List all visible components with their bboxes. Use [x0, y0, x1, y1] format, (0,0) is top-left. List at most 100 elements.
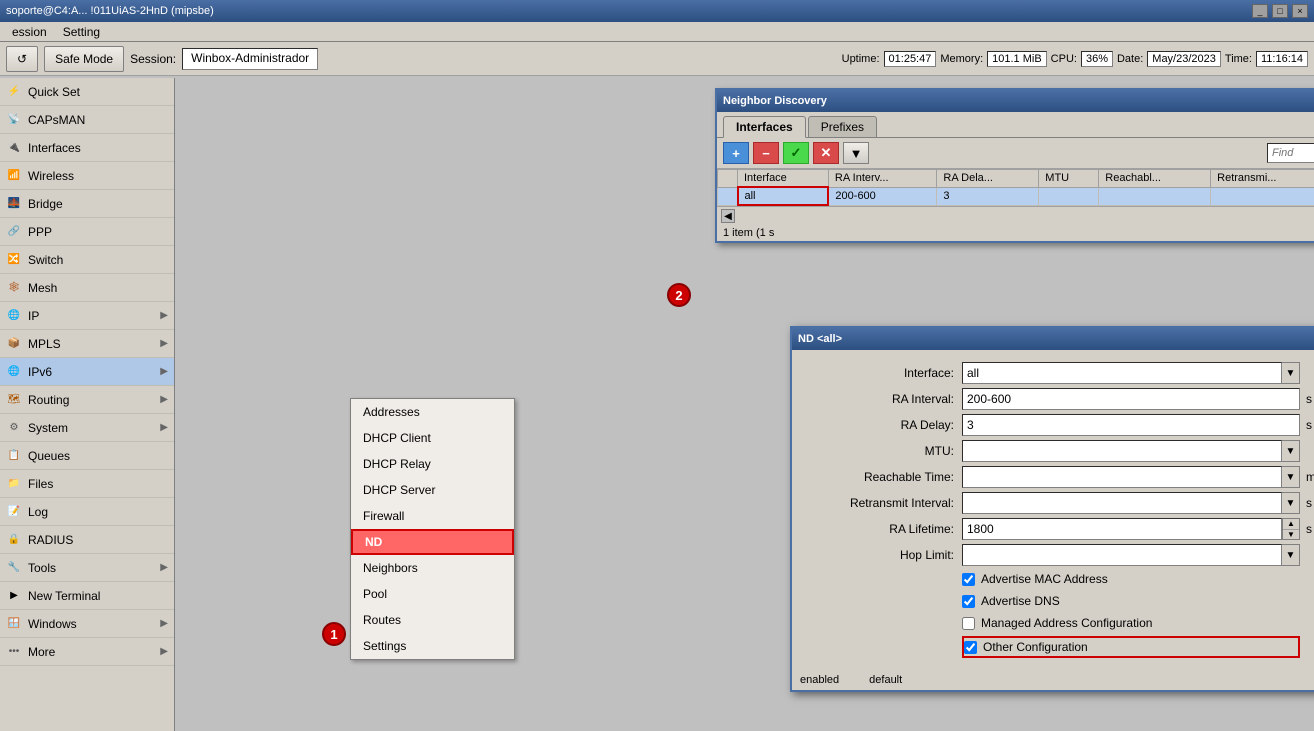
ra-lifetime-up-button[interactable]: ▲: [1283, 519, 1299, 530]
managed-addr-checkbox[interactable]: [962, 617, 975, 630]
sidebar-item-switch[interactable]: 🔀 Switch: [0, 246, 174, 274]
menu-setting[interactable]: Setting: [55, 23, 108, 41]
safe-mode-button[interactable]: Safe Mode: [44, 46, 124, 72]
menu-session[interactable]: ession: [4, 23, 55, 41]
hop-limit-input[interactable]: [962, 544, 1282, 566]
nd-cross-button[interactable]: ✕: [813, 142, 839, 164]
mpls-arrow: ▶: [160, 338, 168, 349]
toolbar: ↺ Safe Mode Session: Winbox-Administrado…: [0, 42, 1314, 76]
th-retransmit[interactable]: Retransmi...: [1211, 170, 1314, 188]
sidebar-label-ipv6: IPv6: [28, 365, 52, 379]
ra-interval-input[interactable]: [962, 388, 1300, 410]
dropdown-settings[interactable]: Settings: [351, 633, 514, 659]
nd-scroll-left-button[interactable]: ◀: [721, 209, 735, 223]
mtu-dropdown-button[interactable]: ▼: [1282, 440, 1300, 462]
mtu-label: MTU:: [808, 444, 958, 458]
other-config-checkbox[interactable]: [964, 641, 977, 654]
sidebar-item-wireless[interactable]: 📶 Wireless: [0, 162, 174, 190]
routing-arrow: ▶: [160, 394, 168, 405]
sidebar-item-ipv6[interactable]: 🌐 IPv6 ▶: [0, 358, 174, 386]
th-mtu[interactable]: MTU: [1039, 170, 1099, 188]
sidebar-item-more[interactable]: ••• More ▶: [0, 638, 174, 666]
ipv6-arrow: ▶: [160, 366, 168, 377]
minimize-button[interactable]: _: [1252, 4, 1268, 18]
ra-lifetime-input[interactable]: [962, 518, 1282, 540]
badge-2-container: 2: [667, 283, 691, 307]
nd-find-input[interactable]: [1267, 143, 1314, 163]
sidebar-item-ip[interactable]: 🌐 IP ▶: [0, 302, 174, 330]
windows-icon: 🪟: [6, 616, 22, 632]
dropdown-firewall[interactable]: Firewall: [351, 503, 514, 529]
th-ra-delay[interactable]: RA Dela...: [937, 170, 1039, 188]
td-ra-interval: 200-600: [828, 187, 937, 205]
sidebar-item-routing[interactable]: 🗺 Routing ▶: [0, 386, 174, 414]
nd-filter-button[interactable]: ▼: [843, 142, 869, 164]
sidebar-item-interfaces[interactable]: 🔌 Interfaces: [0, 134, 174, 162]
retransmit-dropdown-button[interactable]: ▼: [1282, 492, 1300, 514]
interface-dropdown-button[interactable]: ▼: [1282, 362, 1300, 384]
advertise-mac-checkbox[interactable]: [962, 573, 975, 586]
retransmit-input[interactable]: [962, 492, 1282, 514]
nd-remove-button[interactable]: −: [753, 142, 779, 164]
sidebar-label-ppp: PPP: [28, 225, 52, 239]
dropdown-addresses[interactable]: Addresses: [351, 399, 514, 425]
sidebar-item-mpls[interactable]: 📦 MPLS ▶: [0, 330, 174, 358]
advertise-dns-checkbox-row: Advertise DNS: [962, 592, 1300, 610]
sidebar-item-tools[interactable]: 🔧 Tools ▶: [0, 554, 174, 582]
td-retransmit: [1211, 187, 1314, 205]
sidebar-label-switch: Switch: [28, 253, 63, 267]
dropdown-routes[interactable]: Routes: [351, 607, 514, 633]
close-button[interactable]: ×: [1292, 4, 1308, 18]
sidebar-item-quickset[interactable]: ⚡ Quick Set: [0, 78, 174, 106]
nd-status-items: 1 item (1 s: [723, 227, 774, 239]
mtu-input[interactable]: [962, 440, 1282, 462]
sidebar-label-radius: RADIUS: [28, 533, 73, 547]
th-ra-interval[interactable]: RA Interv...: [828, 170, 937, 188]
nd-check-button[interactable]: ✓: [783, 142, 809, 164]
sidebar-item-log[interactable]: 📝 Log: [0, 498, 174, 526]
sidebar-item-new-terminal[interactable]: ▶ New Terminal: [0, 582, 174, 610]
dropdown-pool[interactable]: Pool: [351, 581, 514, 607]
tab-prefixes[interactable]: Prefixes: [808, 116, 877, 137]
nd-all-title-bar: ND <all> □ ×: [792, 328, 1314, 350]
title-bar-controls[interactable]: _ □ ×: [1252, 4, 1308, 18]
dropdown-nd[interactable]: ND: [351, 529, 514, 555]
sidebar-item-windows[interactable]: 🪟 Windows ▶: [0, 610, 174, 638]
table-row[interactable]: all 200-600 3 1: [718, 187, 1314, 205]
ra-lifetime-down-button[interactable]: ▼: [1283, 530, 1299, 540]
dropdown-dhcp-relay[interactable]: DHCP Relay: [351, 451, 514, 477]
sidebar-item-queues[interactable]: 📋 Queues: [0, 442, 174, 470]
log-icon: 📝: [6, 504, 22, 520]
sidebar-item-bridge[interactable]: 🌉 Bridge: [0, 190, 174, 218]
radius-icon: 🔒: [6, 532, 22, 548]
refresh-button[interactable]: ↺: [6, 46, 38, 72]
reachable-time-input[interactable]: [962, 466, 1282, 488]
sidebar-label-tools: Tools: [28, 561, 56, 575]
dropdown-dhcp-server[interactable]: DHCP Server: [351, 477, 514, 503]
sidebar-item-files[interactable]: 📁 Files: [0, 470, 174, 498]
sidebar-item-radius[interactable]: 🔒 RADIUS: [0, 526, 174, 554]
advertise-dns-label: Advertise DNS: [981, 594, 1060, 608]
advertise-dns-checkbox[interactable]: [962, 595, 975, 608]
maximize-button[interactable]: □: [1272, 4, 1288, 18]
hop-limit-dropdown-button[interactable]: ▼: [1282, 544, 1300, 566]
dropdown-dhcp-client[interactable]: DHCP Client: [351, 425, 514, 451]
sidebar-item-system[interactable]: ⚙ System ▶: [0, 414, 174, 442]
nd-add-button[interactable]: +: [723, 142, 749, 164]
sidebar-item-ppp[interactable]: 🔗 PPP: [0, 218, 174, 246]
sidebar-label-routing: Routing: [28, 393, 69, 407]
reachable-dropdown-button[interactable]: ▼: [1282, 466, 1300, 488]
ppp-icon: 🔗: [6, 224, 22, 240]
tab-interfaces[interactable]: Interfaces: [723, 116, 806, 138]
refresh-icon: ↺: [17, 52, 27, 66]
dropdown-neighbors[interactable]: Neighbors: [351, 555, 514, 581]
switch-icon: 🔀: [6, 252, 22, 268]
interface-input[interactable]: [962, 362, 1282, 384]
sidebar-item-capsman[interactable]: 📡 CAPsMAN: [0, 106, 174, 134]
th-interface[interactable]: Interface: [738, 170, 829, 188]
sidebar-item-mesh[interactable]: 🕸 Mesh: [0, 274, 174, 302]
ra-delay-input[interactable]: [962, 414, 1300, 436]
th-reachable[interactable]: Reachabl...: [1099, 170, 1211, 188]
cpu-label: CPU:: [1051, 53, 1077, 65]
ipv6-icon: 🌐: [6, 364, 22, 380]
